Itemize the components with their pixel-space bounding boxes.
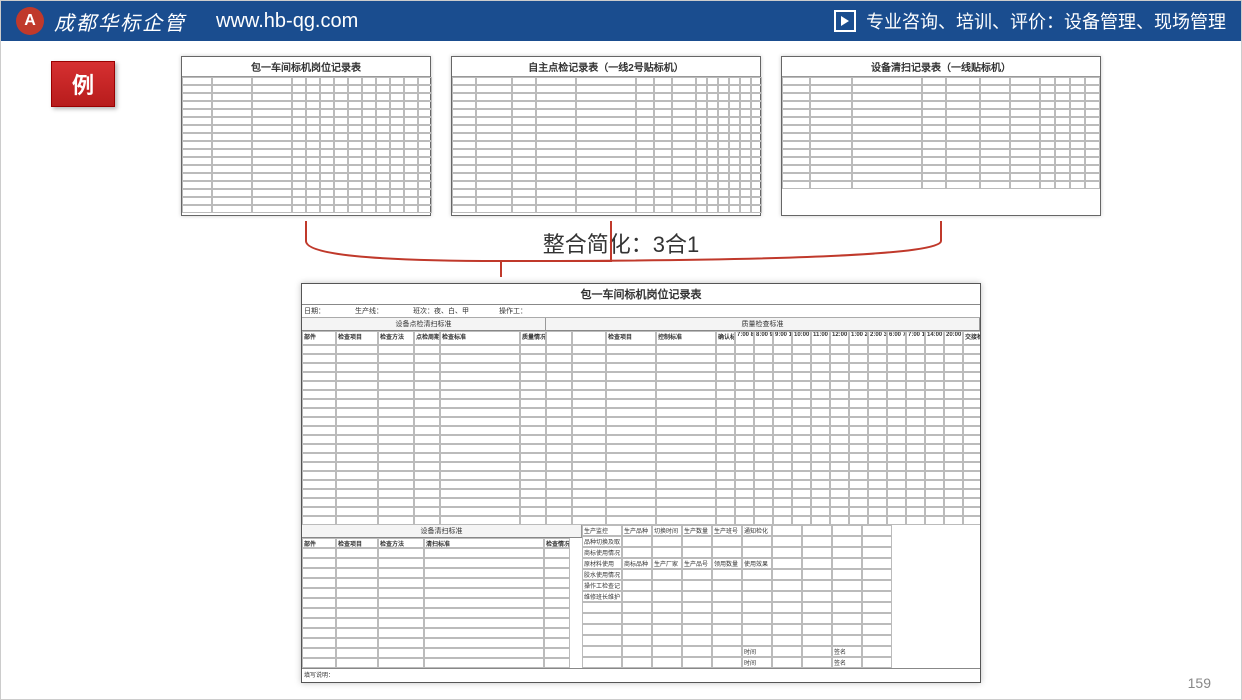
company-name: 成都华标企管 xyxy=(54,7,186,36)
header-right: 专业咨询、培训、评价：设备管理、现场管理 xyxy=(834,8,1226,34)
play-icon xyxy=(834,10,856,32)
merge-label: 整合简化：3合1 xyxy=(1,227,1241,259)
source-table-2: 自主点检记录表（一线2号贴标机） xyxy=(451,56,761,216)
example-badge: 例 xyxy=(51,61,115,107)
combined-column-headers: 部件检查项目检查方法点检周期检查标准质量情况检查项目控制标准确认标记7:00 8… xyxy=(302,331,980,345)
combined-lower-left: 设备清扫标准 部件检查项目检查方法清扫标准检查情况 xyxy=(302,525,582,668)
source-tables-row: 包一车间标机岗位记录表 自主点检记录表（一线2号贴标机） 设备清扫记录表（一线贴… xyxy=(181,56,1101,216)
source-table-3: 设备清扫记录表（一线贴标机） xyxy=(781,56,1101,216)
site-url: www.hb-qg.com xyxy=(216,10,358,33)
header-right-text: 专业咨询、培训、评价：设备管理、现场管理 xyxy=(866,8,1226,34)
field-date: 日期： xyxy=(304,306,325,316)
logo-icon: A xyxy=(16,7,44,35)
source-table-2-title: 自主点检记录表（一线2号贴标机） xyxy=(452,57,760,77)
field-line: 生产线： xyxy=(355,306,383,316)
app-header: A 成都华标企管 www.hb-qg.com 专业咨询、培训、评价：设备管理、现… xyxy=(1,1,1241,41)
field-shift: 班次：夜、白、甲 xyxy=(413,306,469,316)
combined-table-subrow: 日期： 生产线： 班次：夜、白、甲 操作工： xyxy=(302,305,980,318)
section-right-header: 质量检查标准 xyxy=(546,318,980,330)
source-table-1: 包一车间标机岗位记录表 xyxy=(181,56,431,216)
combined-footnote: 填写说明： xyxy=(302,668,980,680)
combined-lower-right: 生产监控生产品种切换时间生产数量生产班号通知检化验时间品种切换及取样记录商标使用… xyxy=(582,525,980,668)
combined-section-headers: 设备点检清扫标准 质量检查标准 xyxy=(302,318,980,331)
combined-table: 包一车间标机岗位记录表 日期： 生产线： 班次：夜、白、甲 操作工： 设备点检清… xyxy=(301,283,981,683)
combined-body xyxy=(302,345,980,525)
page-number: 159 xyxy=(1188,675,1211,691)
field-operator: 操作工： xyxy=(499,306,527,316)
combined-table-title: 包一车间标机岗位记录表 xyxy=(302,284,980,305)
lower-left-header: 设备清扫标准 xyxy=(302,525,582,537)
source-table-3-title: 设备清扫记录表（一线贴标机） xyxy=(782,57,1100,77)
section-left-header: 设备点检清扫标准 xyxy=(302,318,546,330)
source-table-1-title: 包一车间标机岗位记录表 xyxy=(182,57,430,77)
combined-lower: 设备清扫标准 部件检查项目检查方法清扫标准检查情况 生产监控生产品种切换时间生产… xyxy=(302,525,980,668)
